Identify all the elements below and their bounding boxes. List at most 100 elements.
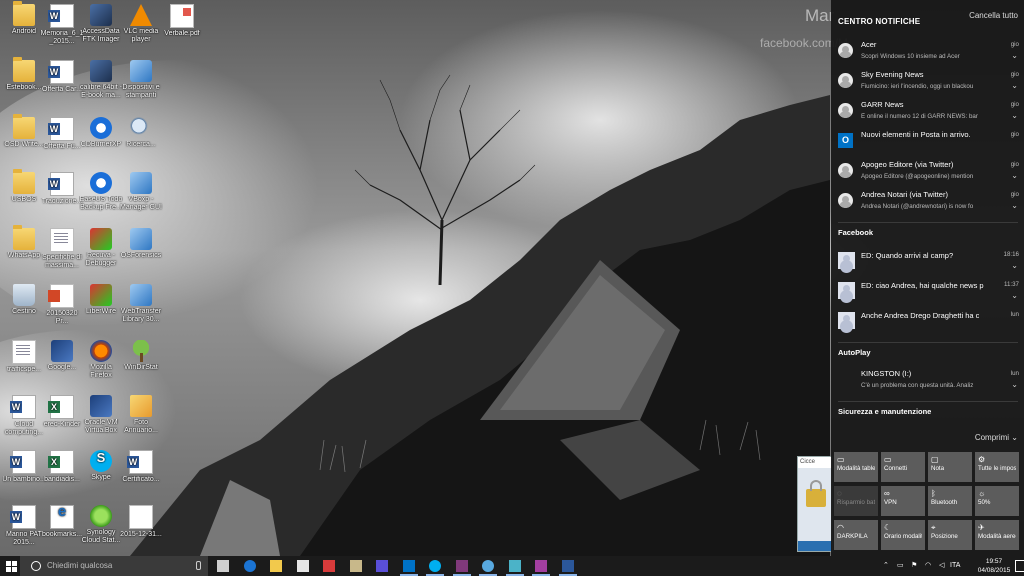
desktop-icon[interactable]: Offerta Fu...: [40, 115, 84, 169]
desktop-icon[interactable]: ered-Kinder: [40, 393, 84, 447]
autoplay-notification[interactable]: KINGSTON (I:) C'è un problema con questa…: [838, 369, 1019, 397]
skype-taskbar-icon: [429, 560, 441, 572]
quick-action-tablet-mode[interactable]: ▭ Modalità tablet: [834, 452, 878, 482]
search-input[interactable]: [47, 559, 187, 572]
desktop-icon[interactable]: bookmarks...: [40, 503, 84, 557]
quick-action-bluetooth[interactable]: ᛒ Bluetooth: [928, 486, 972, 516]
facebook-notification-item[interactable]: ED: Quando arrivi al camp? 18:16 ⌄: [838, 250, 1019, 278]
windows-logo-pane: [6, 567, 11, 572]
app-popup-window[interactable]: Cicce: [797, 456, 833, 552]
taskbar-app-button[interactable]: [211, 556, 235, 576]
desktop-icon[interactable]: VLC media player: [119, 2, 163, 56]
notification-item[interactable]: Acer Scopri Windows 10 insieme ad Acer gio…: [838, 40, 1019, 68]
taskbar-app-button[interactable]: [291, 556, 315, 576]
notification-item[interactable]: O Nuovi elementi in Posta in arrivo. gio: [838, 130, 1019, 158]
quick-action-quiet-hours[interactable]: ☾Orario modalità non: [881, 520, 925, 550]
desktop-icon[interactable]: Specifiche di massima...: [40, 226, 84, 280]
notification-item[interactable]: Sky Evening News Fiumicino: ieri l'incend…: [838, 70, 1019, 98]
cortana-search-box[interactable]: [20, 556, 208, 576]
quick-action-battery-saver[interactable]: ◌Risparmio batteria: [834, 486, 878, 516]
quick-action-brightness[interactable]: ☼ 50%: [975, 486, 1019, 516]
taskbar-app-button[interactable]: [317, 556, 341, 576]
desktop-icon[interactable]: Offerta Car...: [40, 58, 84, 112]
chevron-down-icon[interactable]: ⌄: [1011, 291, 1018, 300]
desktop-icon[interactable]: Ricerca...: [119, 115, 163, 169]
action-center-icon[interactable]: [1015, 560, 1024, 572]
taskbar-app-button[interactable]: [503, 556, 527, 576]
app-notepad-icon: [349, 560, 362, 572]
desktop-icon[interactable]: bandiadis...: [40, 448, 84, 502]
taskbar-app-button[interactable]: [238, 556, 262, 576]
quick-action-wifi[interactable]: ◠ DARKPILA: [834, 520, 878, 550]
notification-item[interactable]: GARR News È online il numero 12 di GARR N…: [838, 100, 1019, 128]
desktop-icon[interactable]: 2015-12-31...: [119, 503, 163, 557]
notification-body: Fiumicino: ieri l'incendio, oggi un blac…: [861, 83, 974, 90]
taskbar-app-button[interactable]: [397, 556, 421, 576]
chevron-down-icon[interactable]: ⌄: [1011, 201, 1018, 210]
quick-action-settings[interactable]: ⚙Tutte le impostazioni: [975, 452, 1019, 482]
notification-body: Scopri Windows 10 insieme ad Acer: [861, 53, 960, 60]
security-flag-icon[interactable]: ⚑: [911, 556, 917, 576]
quick-action-connect[interactable]: ▭ Connetti: [881, 452, 925, 482]
desktop-icon[interactable]: Foto Annuario...: [119, 393, 163, 447]
desktop-icon[interactable]: Memoria_6_1_2015...: [40, 2, 84, 56]
volume-icon[interactable]: ◁: [939, 556, 944, 576]
quick-action-note[interactable]: ▢ Nota: [928, 452, 972, 482]
desktop-icon[interactable]: WinDirStat: [119, 338, 163, 392]
clear-all-button[interactable]: Cancella tutto: [969, 11, 1018, 20]
desktop-icon[interactable]: 20150320 Pr...: [40, 282, 84, 336]
collapse-quick-actions-button[interactable]: Comprimi ⌄: [975, 433, 1018, 442]
devices-printers-icon: [130, 60, 152, 82]
desktop-icon[interactable]: Mozilla Firefox: [79, 338, 123, 392]
network-icon[interactable]: ▭: [897, 556, 904, 576]
wifi-tray-icon[interactable]: ◠: [925, 556, 931, 576]
chevron-down-icon[interactable]: ⌄: [1011, 111, 1018, 120]
desktop-icon[interactable]: Oracle VM VirtualBox: [79, 393, 123, 447]
quiet-hours-icon: ☾: [884, 523, 892, 532]
chevron-down-icon[interactable]: ⌄: [1011, 261, 1018, 270]
desktop-icon[interactable]: VBoxp - Manager GUI: [119, 170, 163, 224]
taskbar-app-button[interactable]: [450, 556, 474, 576]
taskbar-app-button[interactable]: [556, 556, 580, 576]
taskbar-app-button[interactable]: [344, 556, 368, 576]
desktop-icon[interactable]: AccessData FTK Imager: [79, 2, 123, 56]
desktop-icon[interactable]: Skype: [79, 448, 123, 502]
desktop-icon[interactable]: Dispositivi e stampanti: [119, 58, 163, 112]
start-button[interactable]: [0, 556, 20, 576]
desktop-icon[interactable]: WebTransfer Library 30...: [119, 282, 163, 336]
chevron-down-icon[interactable]: ⌄: [1011, 380, 1018, 389]
quick-action-vpn[interactable]: ∞ VPN: [881, 486, 925, 516]
desktop-icon[interactable]: Synology Cloud Stat...: [79, 503, 123, 557]
taskbar-app-button[interactable]: [423, 556, 447, 576]
desktop-icon[interactable]: calibre 64bit - E-book ma...: [79, 58, 123, 112]
show-hidden-icons-icon[interactable]: ⌃: [883, 556, 889, 576]
quick-action-location[interactable]: ⌖ Posizione: [928, 520, 972, 550]
acer-avatar-icon: [838, 43, 853, 58]
desktop-icon[interactable]: Recuva - Debugger: [79, 226, 123, 280]
desktop-icon[interactable]: LiberWire: [79, 282, 123, 336]
easeus-icon: [90, 172, 112, 194]
quick-action-label: Connetti: [884, 465, 908, 472]
notification-item[interactable]: Andrea Notari (via Twitter) Andrea Notari…: [838, 190, 1019, 218]
taskbar-app-button[interactable]: [370, 556, 394, 576]
facebook-notification-item[interactable]: ED: ciao Andrea, hai qualche news p 11:37…: [838, 280, 1019, 308]
facebook-notification-item[interactable]: Anche Andrea Drego Draghetti ha c lun: [838, 310, 1019, 338]
taskbar-app-button[interactable]: [264, 556, 288, 576]
desktop-icon[interactable]: Certificato...: [119, 448, 163, 502]
notification-item[interactable]: Apogeo Editore (via Twitter) Apogeo Edito…: [838, 160, 1019, 188]
taskbar-app-button[interactable]: [476, 556, 500, 576]
desktop-icon[interactable]: CDBurnerXP: [79, 115, 123, 169]
desktop-icon[interactable]: EaseUS Todo Backup Fre...: [79, 170, 123, 224]
taskbar-clock[interactable]: 19:57 04/08/2015: [974, 557, 1014, 575]
chevron-down-icon[interactable]: ⌄: [1011, 81, 1018, 90]
desktop-icon[interactable]: Google...: [40, 338, 84, 392]
desktop-icon[interactable]: Verbale.pdf: [160, 2, 204, 56]
quick-action-airplane[interactable]: ✈ Modalità aereo: [975, 520, 1019, 550]
chevron-down-icon[interactable]: ⌄: [1011, 171, 1018, 180]
taskbar-app-button[interactable]: [529, 556, 553, 576]
desktop-icon[interactable]: Traduzione...: [40, 170, 84, 224]
language-indicator[interactable]: ITA: [950, 556, 960, 576]
chevron-down-icon[interactable]: ⌄: [1011, 51, 1018, 60]
microphone-icon[interactable]: [196, 561, 201, 570]
desktop-icon[interactable]: OSForensics: [119, 226, 163, 280]
